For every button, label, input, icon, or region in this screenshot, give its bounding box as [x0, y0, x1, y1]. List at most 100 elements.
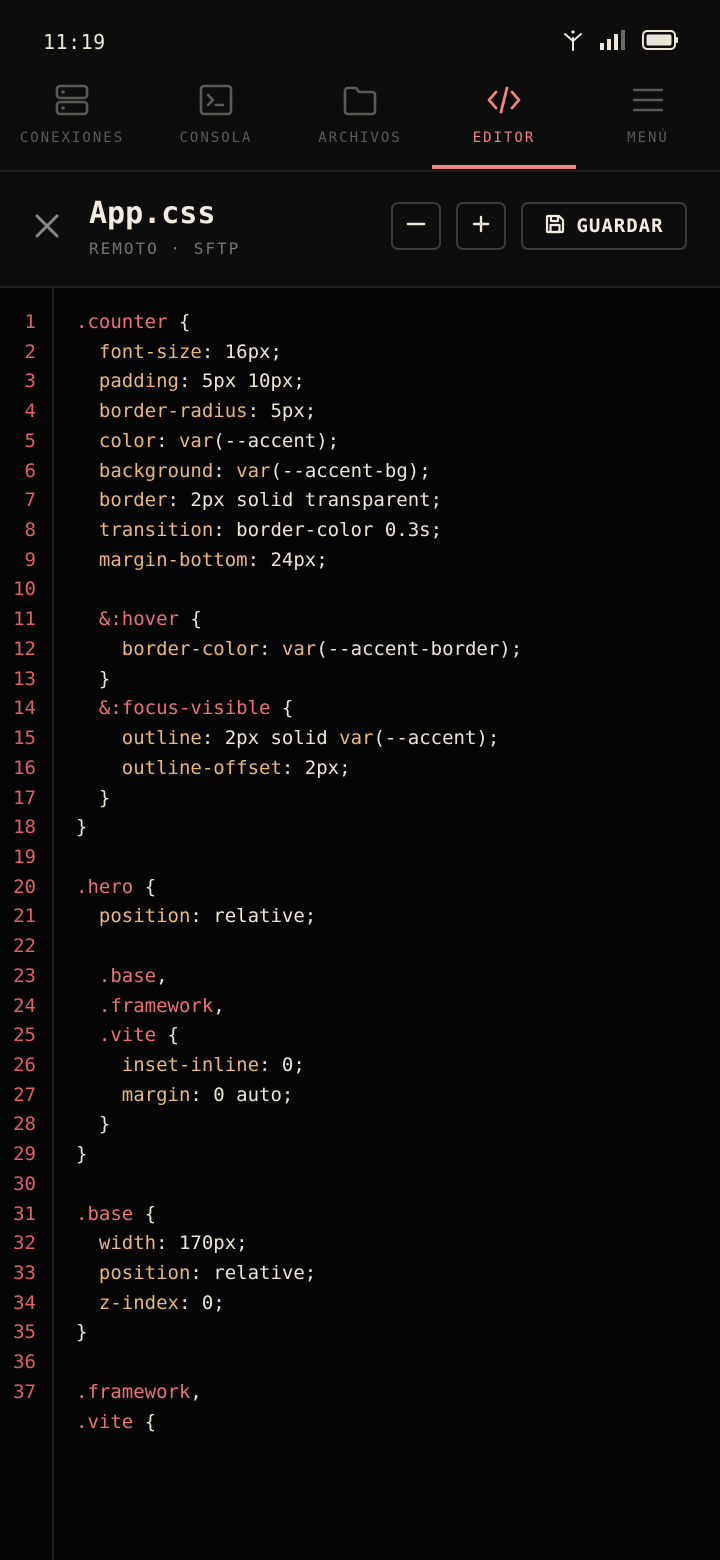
line-number: 13	[13, 667, 36, 690]
code-token: : 0;	[259, 1053, 305, 1076]
code-line: }	[76, 784, 720, 814]
line-number: 19	[13, 845, 36, 868]
line-number: 24	[13, 994, 36, 1017]
tab-menu[interactable]: MENÚ	[576, 80, 720, 168]
bottom-tab-bar: CONEXIONES CONSOLA ARCHIVOS EDITOR MENÚ	[0, 80, 720, 172]
line-number: 5	[24, 429, 36, 452]
code-token: &:hover	[76, 608, 179, 631]
code-token: : 0;	[178, 1291, 225, 1314]
terminal-icon	[198, 82, 234, 118]
line-number: 14	[13, 697, 36, 720]
code-icon	[486, 82, 522, 118]
code-token: var	[281, 637, 317, 660]
code-token: &:focus-visible	[76, 697, 271, 720]
save-button[interactable]: GUARDAR	[521, 202, 687, 250]
code-line: .vite {	[76, 1408, 720, 1438]
code-editor[interactable]: 1 2 3 4 5 6 7 8 9 10 11 12 13 14 15 16 17 18 19 20 21 22 23 24 2…	[0, 288, 720, 1560]
line-number: 35	[13, 1321, 36, 1344]
code-content[interactable]: .counter { font-size: 16px; padding: 5px…	[76, 308, 720, 1437]
tab-label: CONSOLA	[179, 130, 253, 146]
folder-icon	[342, 82, 378, 118]
status-time: 11:19	[43, 30, 106, 54]
line-number: 20	[13, 875, 36, 898]
code-token: }	[76, 816, 88, 839]
code-line: border-color: var(--accent-border);	[76, 635, 720, 665]
line-number: 29	[13, 1143, 36, 1166]
save-label: GUARDAR	[576, 215, 664, 237]
code-token: .vite	[76, 1410, 134, 1433]
zoom-out-button[interactable]	[391, 202, 441, 250]
code-token: outline	[76, 727, 202, 750]
code-line: &:focus-visible {	[76, 694, 720, 724]
code-token: : 0 auto;	[190, 1083, 294, 1106]
code-token: border-color	[76, 637, 260, 660]
line-number: 1	[24, 311, 36, 333]
code-token: border	[76, 489, 168, 512]
tab-conexiones[interactable]: CONEXIONES	[0, 80, 144, 168]
code-token: }	[76, 1113, 111, 1136]
code-line: outline-offset: 2px;	[76, 754, 720, 784]
signal-icon	[600, 29, 626, 55]
tab-consola[interactable]: CONSOLA	[144, 80, 288, 168]
code-token: font-size	[76, 340, 202, 363]
line-number: 37	[13, 1380, 36, 1403]
tab-editor[interactable]: EDITOR	[432, 80, 576, 169]
code-line: .framework,	[76, 992, 720, 1022]
line-number: 30	[13, 1172, 36, 1195]
antenna-icon	[562, 29, 584, 55]
line-number: 4	[24, 400, 36, 423]
code-token: }	[76, 786, 111, 809]
battery-icon	[642, 29, 678, 55]
line-number: 27	[13, 1083, 36, 1106]
code-line: }	[76, 1318, 720, 1348]
code-token: : 2px;	[281, 756, 351, 779]
plus-icon	[471, 214, 491, 238]
code-token: {	[133, 1202, 157, 1225]
code-token: {	[156, 1024, 179, 1047]
line-number: 16	[13, 756, 36, 779]
code-token: (--accent-bg);	[270, 459, 431, 482]
code-token: (--accent);	[373, 727, 500, 750]
code-line: .framework,	[76, 1378, 720, 1408]
line-number: 31	[13, 1202, 36, 1225]
line-number: 28	[13, 1113, 36, 1136]
code-token: : 24px;	[247, 548, 328, 571]
line-number: 26	[13, 1053, 36, 1076]
code-line: .counter {	[76, 308, 720, 338]
code-token: : 170px;	[156, 1232, 248, 1255]
code-token: var	[236, 459, 271, 482]
file-location: REMOTO · SFTP	[89, 239, 241, 258]
menu-icon	[630, 82, 666, 118]
code-line: }	[76, 813, 720, 843]
code-token: padding	[76, 370, 179, 393]
code-token: var	[178, 429, 214, 452]
line-number: 6	[24, 459, 36, 482]
tab-archivos[interactable]: ARCHIVOS	[288, 80, 432, 168]
code-line: .base {	[76, 1200, 720, 1230]
code-token: ,	[213, 994, 225, 1017]
code-token: .framework	[76, 1380, 191, 1403]
code-line: z-index: 0;	[76, 1289, 720, 1319]
line-number: 33	[13, 1262, 36, 1284]
code-token: : 16px;	[201, 340, 282, 363]
code-token: : relative;	[190, 905, 317, 928]
code-line: font-size: 16px;	[76, 338, 720, 368]
code-token: border-radius	[76, 400, 248, 423]
code-line: .hero {	[76, 873, 720, 903]
code-token: {	[133, 875, 157, 898]
code-token: (--accent-border);	[316, 637, 523, 660]
close-icon[interactable]	[31, 210, 63, 242]
line-number: 21	[13, 905, 36, 928]
code-token: {	[133, 1410, 157, 1433]
line-number: 11	[13, 608, 36, 631]
code-token: : relative;	[190, 1262, 317, 1284]
code-token: inset-inline	[76, 1053, 260, 1076]
code-token: :	[259, 637, 282, 660]
zoom-in-button[interactable]	[456, 202, 506, 250]
line-numbers: 1 2 3 4 5 6 7 8 9 10 11 12 13 14 15 16 17 18 19 20 21 22 23 24 2…	[0, 308, 36, 1408]
code-token: {	[167, 311, 191, 333]
